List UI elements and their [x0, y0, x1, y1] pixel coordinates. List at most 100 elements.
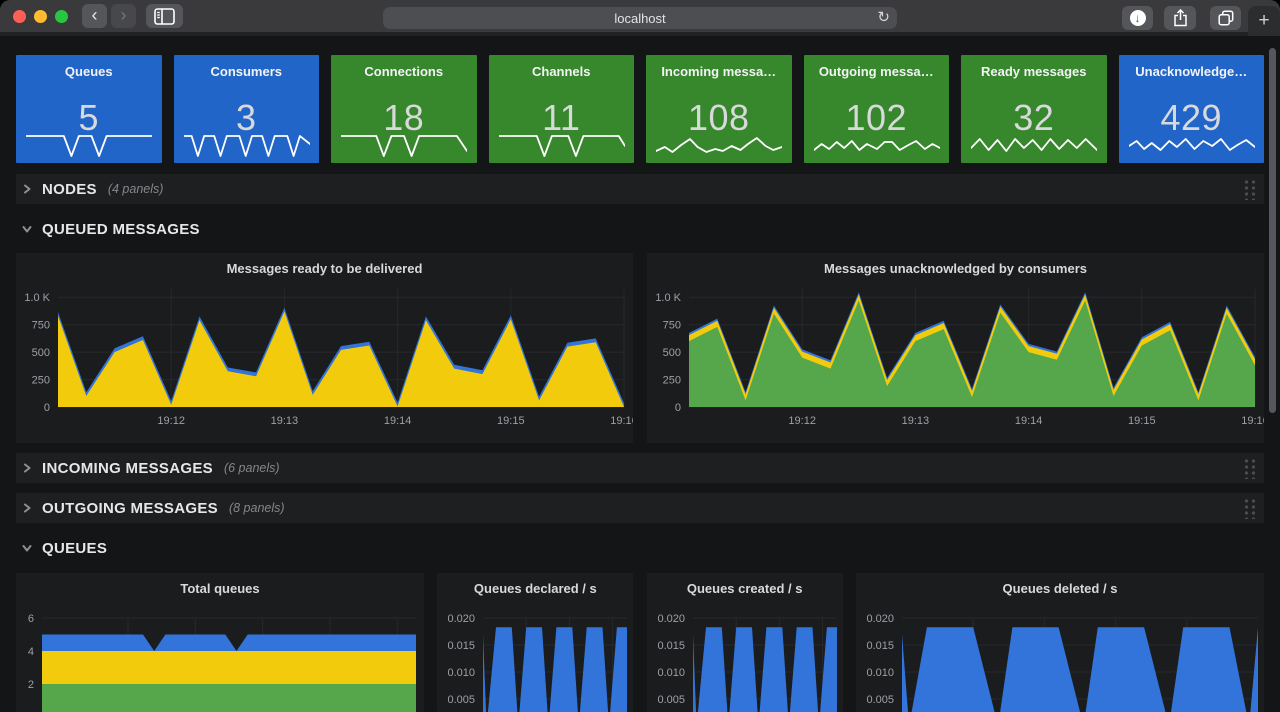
traffic-lights — [13, 10, 68, 23]
browser-chrome: ‹ › localhost ↻ ↓ — [0, 0, 1280, 32]
sparkline — [814, 133, 940, 159]
chart-panel-queues-created[interactable]: Queues created / s 0.0050.0100.0150.020 — [647, 573, 843, 712]
svg-text:19:14: 19:14 — [1015, 415, 1043, 427]
row-title: QUEUED MESSAGES — [42, 221, 200, 238]
svg-text:250: 250 — [663, 375, 681, 387]
download-icon: ↓ — [1130, 10, 1146, 26]
back-button[interactable]: ‹ — [82, 4, 107, 28]
sparkline — [1129, 133, 1255, 159]
svg-text:750: 750 — [663, 320, 681, 332]
scrollbar-thumb[interactable] — [1269, 48, 1276, 413]
svg-text:1.0 K: 1.0 K — [24, 292, 50, 304]
chart-panel-queues-declared[interactable]: Queues declared / s 0.005 0.010 0.015 0.020 — [437, 573, 633, 712]
panel-title[interactable]: Queues declared / s — [437, 581, 633, 596]
svg-text:19:15: 19:15 — [497, 415, 525, 427]
url-text: localhost — [614, 11, 665, 26]
sparkline — [499, 133, 625, 159]
svg-text:19:16: 19:16 — [1241, 415, 1264, 427]
chart-panel-total-queues[interactable]: Total queues 246 — [16, 573, 424, 712]
panel-title[interactable]: Messages unacknowledged by consumers — [647, 261, 1264, 276]
row-header-queued-messages[interactable]: QUEUED MESSAGES — [16, 214, 1264, 244]
sparkline — [26, 133, 152, 159]
svg-text:0.015: 0.015 — [448, 640, 476, 652]
svg-text:0.010: 0.010 — [866, 667, 894, 679]
svg-text:19:16: 19:16 — [610, 415, 633, 427]
svg-text:0.020: 0.020 — [448, 613, 476, 625]
plus-icon: + — [1258, 10, 1269, 32]
chevron-down-icon — [21, 223, 33, 235]
stat-title: Consumers — [174, 64, 320, 79]
panel-title[interactable]: Total queues — [16, 581, 424, 596]
panel-title[interactable]: Queues created / s — [647, 581, 843, 596]
tab-overview-button[interactable] — [1210, 6, 1241, 30]
svg-text:19:14: 19:14 — [384, 415, 412, 427]
svg-text:19:13: 19:13 — [902, 415, 930, 427]
sparkline — [341, 133, 467, 159]
chart-panel-queues-deleted[interactable]: Queues deleted / s 0.0050.0100.0150.020 — [856, 573, 1264, 712]
sparkline — [656, 133, 782, 159]
panel-title[interactable]: Queues deleted / s — [856, 581, 1264, 596]
chevron-down-icon — [21, 542, 33, 554]
close-window-button[interactable] — [13, 10, 26, 23]
svg-text:500: 500 — [32, 347, 50, 359]
grafana-dashboard: Queues 5 Consumers 3 Connections 18 Chan… — [0, 36, 1280, 712]
stat-panel-incoming-messages[interactable]: Incoming messa… 108 — [646, 55, 792, 163]
back-chevron-icon: ‹ — [92, 6, 98, 24]
stat-panel-outgoing-messages[interactable]: Outgoing messa… 102 — [804, 55, 950, 163]
svg-text:19:12: 19:12 — [788, 415, 816, 427]
sidebar-toggle-button[interactable] — [146, 4, 183, 28]
stat-panels-row: Queues 5 Consumers 3 Connections 18 Chan… — [16, 36, 1264, 163]
downloads-button[interactable]: ↓ — [1122, 6, 1153, 30]
svg-text:0.015: 0.015 — [866, 640, 894, 652]
chart-panel-messages-ready[interactable]: Messages ready to be delivered 0 250 500 75… — [16, 253, 633, 443]
svg-text:19:12: 19:12 — [157, 415, 185, 427]
forward-button[interactable]: › — [111, 4, 136, 28]
stat-panel-ready-messages[interactable]: Ready messages 32 — [961, 55, 1107, 163]
svg-text:0.005: 0.005 — [448, 694, 476, 706]
stat-panel-channels[interactable]: Channels 11 — [489, 55, 635, 163]
stat-title: Ready messages — [961, 64, 1107, 79]
browser-window: ‹ › localhost ↻ ↓ — [0, 0, 1280, 712]
svg-text:500: 500 — [663, 347, 681, 359]
row-header-outgoing-messages[interactable]: OUTGOING MESSAGES (8 panels) — [16, 493, 1264, 523]
row-panel-count: (6 panels) — [224, 461, 280, 475]
row-drag-handle[interactable] — [1242, 178, 1257, 200]
row-title: OUTGOING MESSAGES — [42, 500, 218, 517]
row-drag-handle[interactable] — [1242, 457, 1257, 479]
stat-title: Queues — [16, 64, 162, 79]
refresh-icon[interactable]: ↻ — [877, 8, 890, 26]
row-drag-handle[interactable] — [1242, 497, 1257, 519]
chart-panel-messages-unacknowledged[interactable]: Messages unacknowledged by consumers 0 25… — [647, 253, 1264, 443]
panel-title[interactable]: Messages ready to be delivered — [16, 261, 633, 276]
chevron-right-icon — [21, 183, 33, 195]
svg-text:0: 0 — [675, 402, 681, 414]
row-header-incoming-messages[interactable]: INCOMING MESSAGES (6 panels) — [16, 453, 1264, 483]
row-header-nodes[interactable]: NODES (4 panels) — [16, 174, 1264, 204]
row-title: QUEUES — [42, 540, 107, 557]
svg-text:19:13: 19:13 — [271, 415, 299, 427]
new-tab-button[interactable]: + — [1248, 6, 1280, 36]
row-panel-count: (4 panels) — [108, 182, 164, 196]
row-header-queues[interactable]: QUEUES — [16, 533, 1264, 563]
svg-text:0: 0 — [44, 402, 50, 414]
stat-panel-unacknowledged[interactable]: Unacknowledge… 429 — [1119, 55, 1265, 163]
share-icon — [1173, 9, 1188, 27]
stat-panel-connections[interactable]: Connections 18 — [331, 55, 477, 163]
zoom-window-button[interactable] — [55, 10, 68, 23]
queues-charts: Total queues 246 Queues declared / s 0.0… — [16, 573, 1264, 712]
tabs-icon — [1218, 10, 1234, 26]
stat-panel-consumers[interactable]: Consumers 3 — [174, 55, 320, 163]
svg-text:250: 250 — [32, 375, 50, 387]
queued-messages-charts: Messages ready to be delivered 0 250 500 75… — [16, 253, 1264, 443]
svg-text:750: 750 — [32, 320, 50, 332]
address-bar[interactable]: localhost ↻ — [383, 7, 897, 29]
chevron-right-icon — [21, 502, 33, 514]
forward-chevron-icon: › — [121, 6, 127, 24]
svg-text:0.020: 0.020 — [866, 613, 894, 625]
svg-text:0.010: 0.010 — [448, 667, 476, 679]
stat-panel-queues[interactable]: Queues 5 — [16, 55, 162, 163]
minimize-window-button[interactable] — [34, 10, 47, 23]
stat-title: Channels — [489, 64, 635, 79]
share-button[interactable] — [1164, 6, 1196, 30]
sidebar-icon — [154, 8, 175, 25]
